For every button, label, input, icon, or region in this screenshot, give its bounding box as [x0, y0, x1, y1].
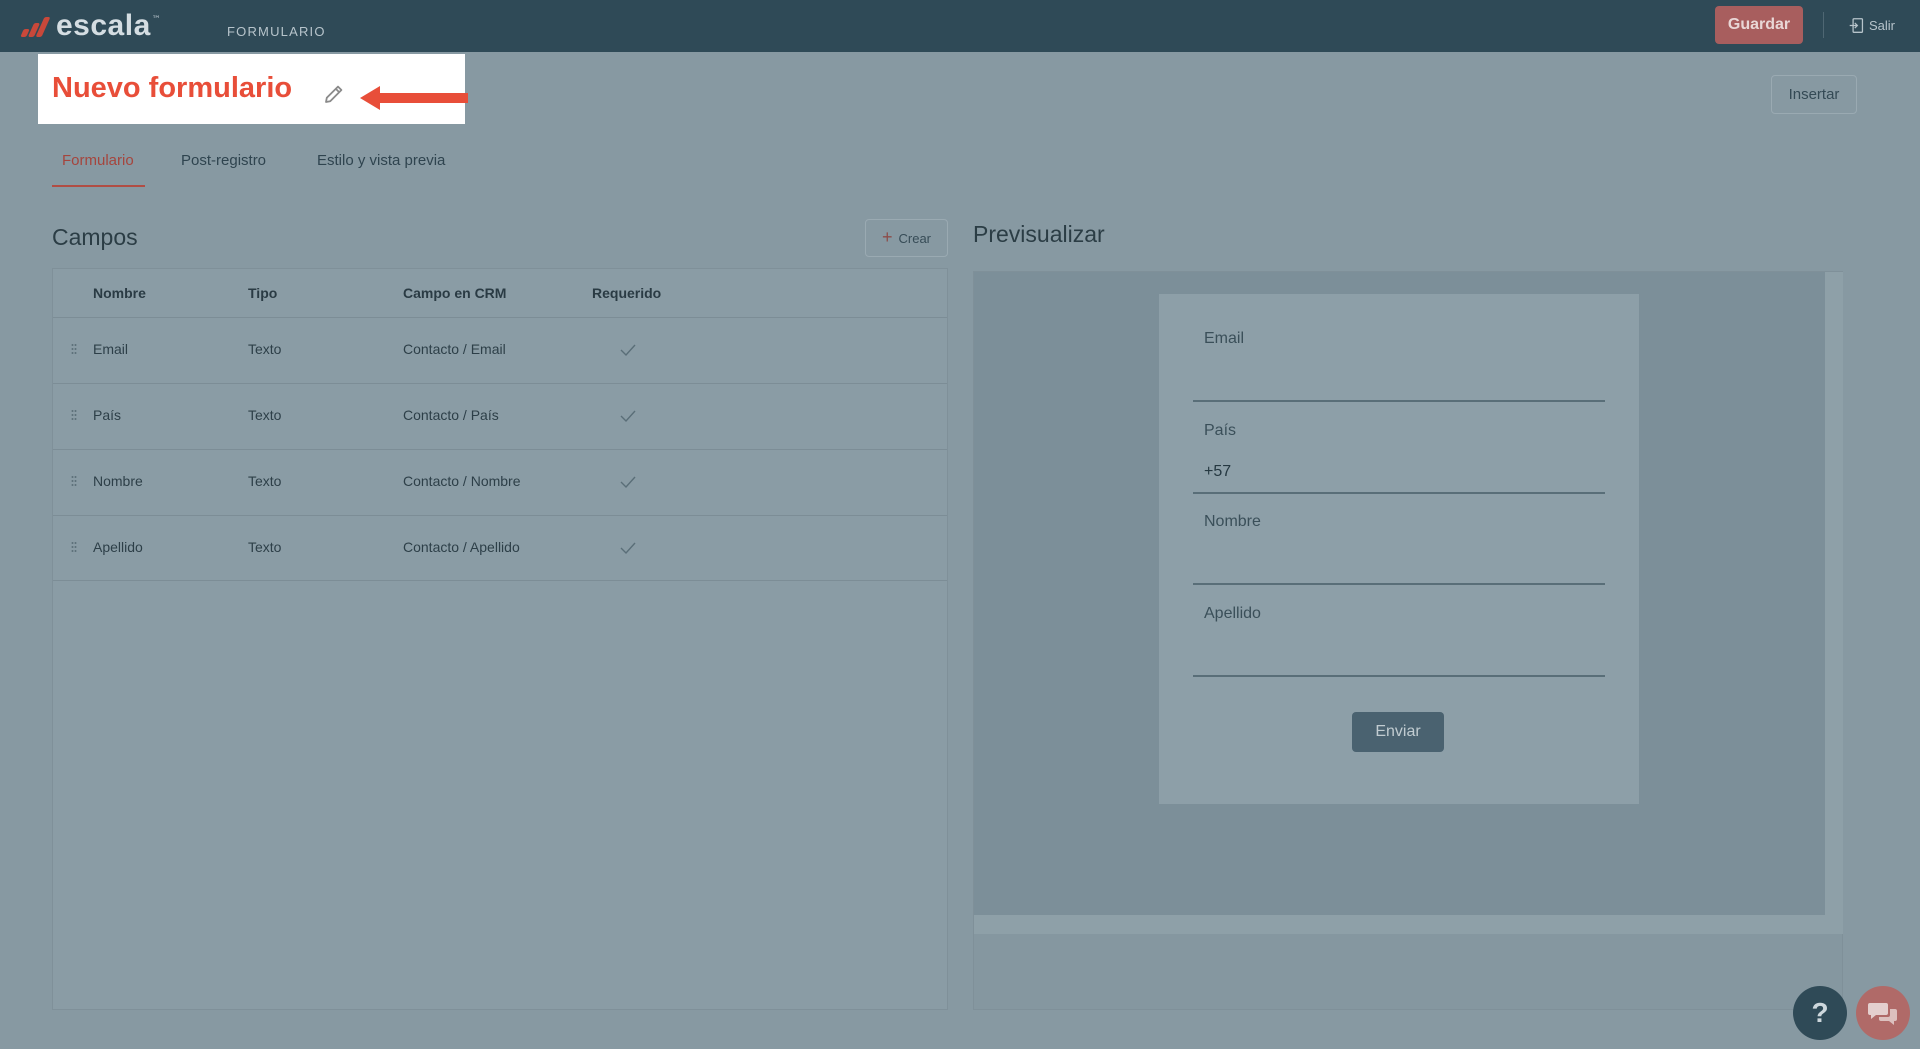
- insert-button[interactable]: Insertar: [1771, 75, 1857, 114]
- field-name: Apellido: [93, 539, 143, 555]
- check-icon: [620, 344, 636, 357]
- active-tab-indicator: [52, 185, 145, 187]
- logout-link[interactable]: Salir: [1848, 14, 1895, 36]
- preview-field-value[interactable]: +57: [1204, 463, 1231, 481]
- logo-trademark: ™: [151, 15, 161, 25]
- section-label: FORMULARIO: [227, 24, 326, 39]
- create-field-button[interactable]: + Crear: [865, 219, 948, 257]
- logout-icon: [1849, 17, 1864, 33]
- logo-mark-icon: [18, 13, 52, 39]
- preview-field-label: Email: [1204, 330, 1245, 347]
- preview-horizontal-scrollbar[interactable]: [974, 915, 1825, 934]
- column-header-tipo: Tipo: [248, 285, 278, 301]
- submit-button[interactable]: Enviar: [1352, 712, 1444, 752]
- check-icon: [620, 476, 636, 489]
- field-type: Texto: [248, 341, 282, 357]
- table-header: Nombre Tipo Campo en CRM Requerido: [53, 269, 947, 317]
- preview-field-input[interactable]: [1193, 583, 1605, 585]
- field-name: Email: [93, 341, 129, 357]
- field-type: Texto: [248, 473, 282, 489]
- field-crm: Contacto / Email: [403, 341, 506, 357]
- column-header-campo-crm: Campo en CRM: [403, 285, 507, 301]
- preview-field-label: País: [1204, 422, 1237, 439]
- check-icon: [620, 410, 636, 423]
- title-highlight-box: Nuevo formulario: [38, 54, 468, 124]
- fields-title: Campos: [52, 224, 138, 250]
- drag-handle-icon[interactable]: [71, 541, 77, 553]
- topbar-divider: [1823, 12, 1824, 38]
- drag-handle-icon[interactable]: [71, 475, 77, 487]
- column-header-nombre: Nombre: [93, 285, 146, 301]
- check-icon: [620, 542, 636, 555]
- preview-field-label: Nombre: [1204, 513, 1261, 530]
- table-row[interactable]: País Texto Contacto / País: [53, 383, 947, 449]
- field-name: País: [93, 407, 122, 423]
- preview-title: Previsualizar: [973, 221, 1105, 247]
- page-title: Nuevo formulario: [52, 72, 293, 104]
- tab-estilo-vista-previa[interactable]: Estilo y vista previa: [317, 152, 445, 169]
- table-row[interactable]: Email Texto Contacto / Email: [53, 317, 947, 383]
- question-icon: ?: [1811, 997, 1829, 1028]
- preview-field-input[interactable]: [1193, 675, 1605, 677]
- form-preview-card: Email País +57 Nombre Apellido Enviar: [1159, 294, 1639, 804]
- chat-button[interactable]: [1856, 986, 1910, 1040]
- escala-logo[interactable]: escala ™: [18, 9, 161, 42]
- field-crm: Contacto / Apellido: [403, 539, 520, 555]
- table-row[interactable]: Apellido Texto Contacto / Apellido: [53, 515, 947, 581]
- field-crm: Contacto / País: [403, 407, 499, 423]
- help-button[interactable]: ?: [1793, 986, 1847, 1040]
- drag-handle-icon[interactable]: [71, 343, 77, 355]
- logo-text: escala: [56, 9, 151, 42]
- chat-icon: [1868, 1003, 1897, 1025]
- drag-handle-icon[interactable]: [71, 409, 77, 421]
- pencil-icon[interactable]: [322, 82, 346, 106]
- plus-icon: +: [881, 227, 893, 247]
- column-header-requerido: Requerido: [592, 285, 662, 301]
- preview-viewport: Email País +57 Nombre Apellido Enviar: [974, 272, 1825, 915]
- field-type: Texto: [248, 539, 282, 555]
- preview-field-input[interactable]: [1193, 400, 1605, 402]
- annotation-arrow-icon: [360, 86, 468, 110]
- tab-post-registro[interactable]: Post-registro: [181, 152, 266, 169]
- preview-panel: Email País +57 Nombre Apellido Enviar: [973, 271, 1843, 1010]
- preview-field-input[interactable]: [1193, 492, 1605, 494]
- field-crm: Contacto / Nombre: [403, 473, 521, 489]
- field-type: Texto: [248, 407, 282, 423]
- tab-formulario[interactable]: Formulario: [62, 152, 134, 169]
- field-name: Nombre: [93, 473, 143, 489]
- top-bar: escala ™ FORMULARIO Guardar Salir: [0, 0, 1920, 52]
- fields-table: Nombre Tipo Campo en CRM Requerido Email…: [52, 268, 948, 1010]
- logout-label: Salir: [1869, 17, 1896, 33]
- preview-vertical-scrollbar[interactable]: [1825, 272, 1843, 934]
- preview-field-label: Apellido: [1204, 605, 1261, 622]
- save-button[interactable]: Guardar: [1715, 6, 1803, 44]
- create-label: Crear: [898, 230, 932, 246]
- table-row[interactable]: Nombre Texto Contacto / Nombre: [53, 449, 947, 515]
